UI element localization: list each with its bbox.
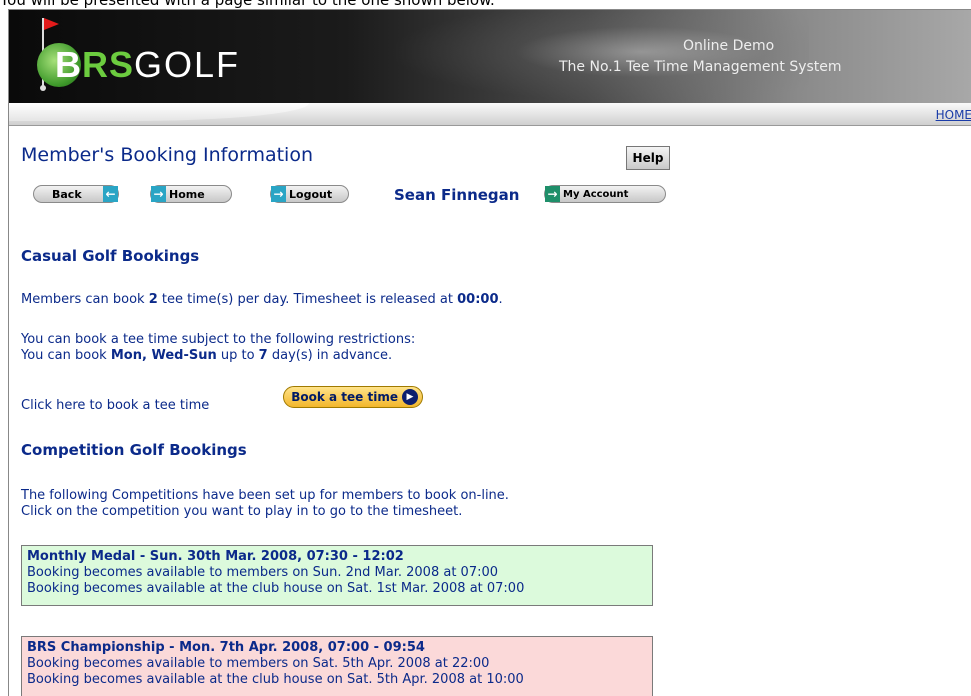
restrictions-intro: You can book a tee time subject to the f… — [21, 332, 416, 347]
arrow-right-icon: → — [545, 186, 560, 202]
competition-clubhouse-availability: Booking becomes available at the club ho… — [27, 672, 524, 687]
competition-intro-1: The following Competitions have been set… — [21, 488, 509, 503]
casual-bookings-heading: Casual Golf Bookings — [21, 247, 200, 265]
logout-label: Logout — [289, 187, 333, 201]
arrow-right-icon: → — [271, 186, 286, 202]
brs-golf-logo: BRSGOLF — [55, 44, 241, 85]
home-link[interactable]: HOME — [936, 108, 971, 122]
my-account-button[interactable]: → My Account — [544, 185, 666, 203]
arrow-right-icon: → — [151, 186, 166, 202]
restrictions-detail: You can book Mon, Wed-Sun up to 7 day(s)… — [21, 348, 393, 363]
back-button[interactable]: Back ← — [33, 185, 119, 203]
book-tee-time-label: Book a tee time — [291, 390, 398, 404]
competition-monthly-medal[interactable]: Monthly Medal - Sun. 30th Mar. 2008, 07:… — [21, 545, 653, 606]
page-title: Member's Booking Information — [21, 144, 314, 166]
competition-member-availability: Booking becomes available to members on … — [27, 565, 499, 580]
nav-swoosh — [9, 103, 309, 121]
book-prompt-text: Click here to book a tee time — [21, 398, 210, 413]
arrow-left-icon: ← — [103, 186, 118, 202]
browser-frame: BRSGOLF Online Demo The No.1 Tee Time Ma… — [8, 9, 971, 696]
logout-button[interactable]: → Logout — [270, 185, 349, 203]
competition-title: Monthly Medal - Sun. 30th Mar. 2008, 07:… — [27, 549, 404, 564]
book-tee-time-button[interactable]: Book a tee time ▶ — [283, 386, 423, 408]
user-name: Sean Finnegan — [394, 186, 520, 204]
play-icon: ▶ — [402, 389, 418, 405]
home-button[interactable]: → Home — [150, 185, 232, 203]
back-label: Back — [52, 187, 82, 201]
intro-text: You will be presented with a page simila… — [0, 0, 495, 9]
golfer-photo — [389, 10, 809, 103]
competition-title: BRS Championship - Mon. 7th Apr. 2008, 0… — [27, 640, 425, 655]
booking-limit-text: Members can book 2 tee time(s) per day. … — [21, 292, 503, 307]
tagline: The No.1 Tee Time Management System — [559, 59, 842, 75]
help-button[interactable]: Help — [626, 146, 670, 170]
online-demo-label: Online Demo — [683, 38, 775, 54]
nav-bar: HOME — [9, 103, 971, 126]
competition-intro-2: Click on the competition you want to pla… — [21, 504, 463, 519]
header-banner: BRSGOLF Online Demo The No.1 Tee Time Ma… — [9, 10, 971, 103]
competition-bookings-heading: Competition Golf Bookings — [21, 441, 247, 459]
competition-clubhouse-availability: Booking becomes available at the club ho… — [27, 581, 525, 596]
home-label: Home — [169, 187, 205, 201]
competition-brs-championship[interactable]: BRS Championship - Mon. 7th Apr. 2008, 0… — [21, 636, 653, 696]
competition-member-availability: Booking becomes available to members on … — [27, 656, 490, 671]
my-account-label: My Account — [563, 188, 629, 200]
